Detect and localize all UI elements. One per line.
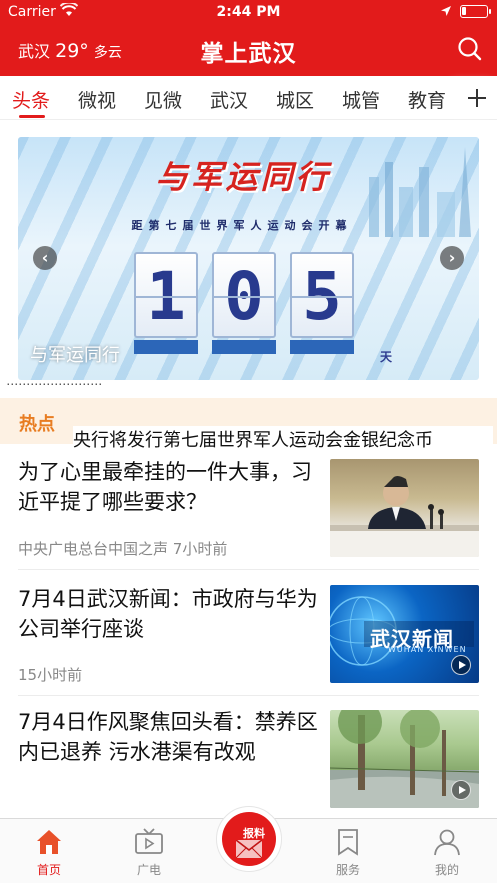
report-button-circle: 报料 — [222, 812, 276, 866]
news-meta: 中央广电总台中国之声 7小时前 — [18, 540, 228, 558]
news-item[interactable]: 7月4日作风聚焦回头看：禁养区内已退养 污水港渠有改观 — [0, 698, 497, 818]
news-title: 为了心里最牵挂的一件大事，习近平提了哪些要求？ — [18, 460, 312, 514]
countdown-digit: 1 — [134, 252, 198, 338]
tabbar-label: 服务 — [335, 863, 360, 877]
location-arrow-icon — [441, 6, 451, 16]
tabbar-profile[interactable]: 我的 — [417, 819, 477, 883]
user-icon — [434, 829, 460, 856]
hot-news-ticker[interactable]: 热点 央行将发行第七届世界军人运动会金银纪念币 — [0, 398, 497, 452]
hot-badge: 热点 — [19, 414, 55, 435]
news-title: 7月4日作风聚焦回头看：禁养区内已退养 污水港渠有改观 — [18, 710, 318, 764]
news-thumbnail — [330, 710, 479, 808]
search-icon[interactable] — [456, 35, 484, 63]
banner-prev-button[interactable]: ‹ — [33, 246, 57, 270]
tabbar-label: 我的 — [434, 863, 459, 877]
tab-wuhan[interactable]: 武汉 — [210, 86, 248, 113]
chevron-left-icon: ‹ — [41, 248, 49, 267]
news-divider — [18, 569, 479, 570]
news-thumbnail: 武汉新闻 WUHAN XINWEN — [330, 585, 479, 683]
banner-subtitle: 距第七届世界军人运动会开幕 — [131, 219, 353, 232]
tabbar-home[interactable]: 首页 — [19, 819, 79, 883]
app-header: Carrier 2:44 PM 武汉 29° 多云 掌上武汉 — [0, 0, 497, 76]
countdown-digit: 5 — [290, 252, 354, 338]
news-item[interactable]: 7月4日武汉新闻：市政府与华为公司举行座谈 15小时前 武汉新闻 WUHAN X… — [0, 572, 497, 696]
countdown-digit-base — [212, 340, 276, 354]
status-bar: Carrier 2:44 PM — [0, 0, 497, 26]
chevron-right-icon: › — [448, 248, 456, 267]
countdown-digit-base — [290, 340, 354, 354]
battery-icon — [460, 5, 491, 18]
countdown-unit: 天 — [380, 350, 393, 364]
home-icon — [37, 830, 61, 854]
banner-slogan: 与军运同行 — [155, 158, 331, 196]
envelope-icon — [236, 840, 262, 858]
tabbar-label: 广电 — [136, 863, 161, 877]
news-thumbnail — [330, 459, 479, 557]
tab-chengqu[interactable]: 城区 — [276, 86, 314, 113]
countdown-digit-base — [134, 340, 198, 354]
tab-toutiao[interactable]: 头条 — [12, 86, 50, 113]
news-title: 7月4日武汉新闻：市政府与华为公司举行座谈 — [18, 587, 318, 641]
tabbar-label: 首页 — [36, 863, 61, 877]
bookmark-icon — [338, 829, 358, 856]
tabbar-services[interactable]: 服务 — [318, 819, 378, 883]
play-icon — [451, 780, 471, 800]
news-item[interactable]: 为了心里最牵挂的一件大事，习近平提了哪些要求？ 中央广电总台中国之声 7小时前 — [0, 448, 497, 570]
ticker-previous-item: “……………………” — [0, 380, 109, 388]
add-channel-icon[interactable] — [458, 82, 497, 114]
banner-caption: 与军运同行 — [30, 345, 120, 366]
news-meta: 15小时前 — [18, 666, 83, 684]
tv-icon — [135, 828, 163, 854]
news-divider — [18, 695, 479, 696]
channel-tabs: 头条 微视 见微 武汉 城区 城管 教育 — [0, 76, 497, 120]
countdown-digit: 0 — [212, 252, 276, 338]
tab-chengguan[interactable]: 城管 — [342, 86, 380, 113]
tab-weishi[interactable]: 微视 — [78, 86, 116, 113]
play-icon — [451, 655, 471, 675]
speaker-photo — [330, 476, 479, 557]
app-title: 掌上武汉 — [200, 41, 297, 67]
thumbnail-logo-subtext: WUHAN XINWEN — [388, 645, 467, 654]
tab-jiaoyu[interactable]: 教育 — [408, 86, 446, 113]
tab-jianwei[interactable]: 见微 — [144, 86, 182, 113]
active-tab-indicator — [19, 115, 45, 118]
banner-next-button[interactable]: › — [440, 246, 464, 270]
report-label: 报料 — [243, 827, 265, 840]
tabbar-broadcast[interactable]: 广电 — [119, 819, 179, 883]
status-time: 2:44 PM — [216, 4, 281, 20]
report-button[interactable]: 报料 — [216, 806, 282, 872]
